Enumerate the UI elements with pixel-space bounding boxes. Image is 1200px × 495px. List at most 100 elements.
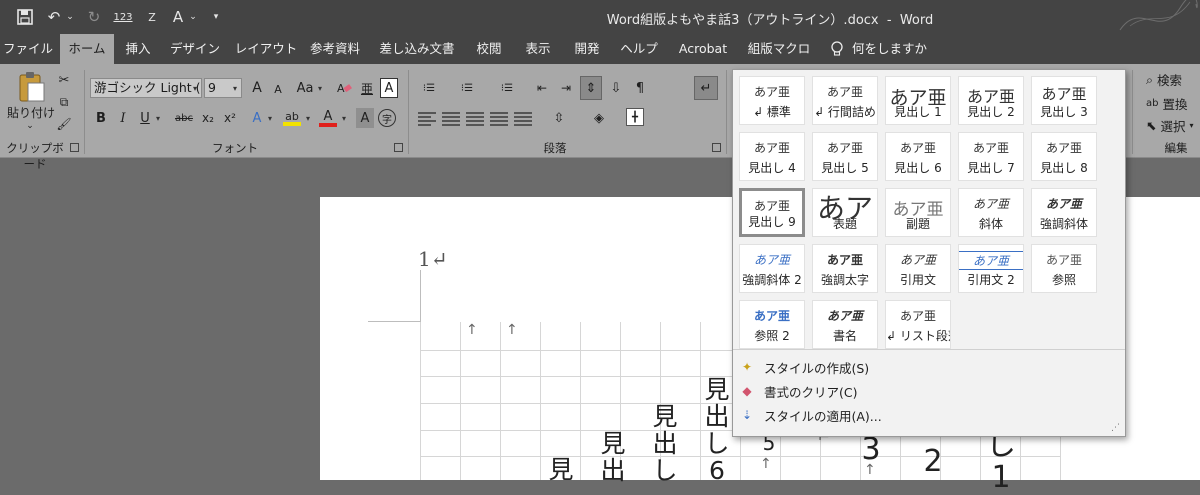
chevron-down-icon[interactable]: ▾ xyxy=(193,84,197,93)
text-direction-icon[interactable]: ↵ xyxy=(694,76,718,100)
style-tile[interactable]: あア亜 見出し 5 xyxy=(812,132,878,181)
shrink-font-button[interactable]: A xyxy=(270,80,286,98)
line-spacing-icon[interactable]: ⇳ xyxy=(548,108,570,128)
tab-home[interactable]: ホーム xyxy=(60,34,114,64)
chevron-down-icon[interactable]: ▾ xyxy=(318,84,322,93)
style-tile[interactable]: あア亜 参照 xyxy=(1031,244,1097,293)
paste-dropdown-icon[interactable]: ⌄ xyxy=(22,120,38,132)
character-shading-button[interactable]: A xyxy=(356,108,374,128)
font-launcher-icon[interactable] xyxy=(394,143,403,152)
apply-styles-command[interactable]: ⇣ スタイルの適用(A)... xyxy=(739,404,882,426)
font-color-button[interactable]: A xyxy=(318,108,338,128)
style-tile[interactable]: あア亜 見出し 8 xyxy=(1031,132,1097,181)
numbering-icon[interactable]: ⁝☰ xyxy=(454,78,480,98)
style-tile[interactable]: あア亜 ↲ リスト段落 xyxy=(885,300,951,349)
select-button[interactable]: ⬉ 選択 ▾ xyxy=(1146,116,1194,135)
style-tile[interactable]: あア亜 見出し 6 xyxy=(885,132,951,181)
tab-insert[interactable]: 挿入 xyxy=(118,34,158,64)
heading-char: 出 xyxy=(652,429,678,458)
clear-format-icon[interactable]: A xyxy=(334,78,354,98)
shading-icon[interactable]: ◈ xyxy=(588,108,610,128)
change-case-button[interactable]: Aa xyxy=(294,78,316,98)
tell-me-search[interactable]: 何をしますか xyxy=(830,34,927,64)
show-marks-icon[interactable]: ¶ xyxy=(630,78,650,98)
paste-icon[interactable] xyxy=(14,70,48,104)
style-preview: あア亜 xyxy=(899,309,936,323)
phonetic-guide-button[interactable]: 亜 xyxy=(358,78,376,98)
underline-button[interactable]: U xyxy=(136,108,154,128)
tab-references[interactable]: 参考資料 xyxy=(304,34,366,64)
style-tile[interactable]: あア亜 見出し 2 xyxy=(958,76,1024,125)
create-style-command[interactable]: ✦ スタイルの作成(S) xyxy=(739,356,869,378)
find-button[interactable]: ⌕ 検索 xyxy=(1146,70,1182,89)
sort-icon[interactable]: ⇩ xyxy=(606,78,626,98)
chevron-down-icon[interactable]: ▾ xyxy=(233,84,237,93)
style-tile[interactable]: あア亜 見出し 3 xyxy=(1031,76,1097,125)
style-tile[interactable]: あア亜 強調太字 xyxy=(812,244,878,293)
replace-button[interactable]: ab 置換 xyxy=(1146,94,1188,113)
align-left-icon[interactable] xyxy=(418,110,436,126)
style-tile[interactable]: あア亜 引用文 2 xyxy=(958,244,1024,293)
resize-grip-icon[interactable]: ⋰ xyxy=(1111,423,1120,433)
subscript-button[interactable]: x₂ xyxy=(198,108,218,128)
enclose-characters-button[interactable]: 字 xyxy=(378,109,396,127)
font-name-field[interactable]: 游ゴシック Light ( xyxy=(90,78,202,98)
chevron-down-icon[interactable]: ▾ xyxy=(268,114,272,123)
style-tile[interactable]: あア亜 副題 xyxy=(885,188,951,237)
style-tile[interactable]: あア亜 引用文 xyxy=(885,244,951,293)
decrease-indent-icon[interactable]: ⇤ xyxy=(532,78,552,98)
clipboard-launcher-icon[interactable] xyxy=(70,143,79,152)
align-right-icon[interactable] xyxy=(466,110,484,126)
style-tile[interactable]: あア亜 見出し 4 xyxy=(739,132,805,181)
distributed-icon[interactable] xyxy=(514,110,532,126)
style-tile[interactable]: あア亜見出し 7 xyxy=(958,132,1024,181)
chevron-down-icon[interactable]: ▾ xyxy=(342,114,346,123)
format-painter-icon[interactable]: 🖌 xyxy=(56,116,72,132)
tab-design[interactable]: デザイン xyxy=(166,34,224,64)
style-tile[interactable]: あア亜 見出し 9 xyxy=(739,188,805,237)
tab-acrobat[interactable]: Acrobat xyxy=(672,34,734,64)
character-border-button[interactable]: A xyxy=(380,78,398,98)
paste-button-label[interactable]: 貼り付け xyxy=(6,104,56,120)
style-tile[interactable]: あア亜 参照 2 xyxy=(739,300,805,349)
tab-typesetting-macro[interactable]: 組版マクロ xyxy=(742,34,816,64)
clear-formatting-command[interactable]: ◆ 書式のクリア(C) xyxy=(739,380,857,402)
style-label: 見出し 7 xyxy=(967,161,1015,175)
grow-font-button[interactable]: A xyxy=(248,78,266,98)
style-tile[interactable]: あア亜 ↲ 標準 xyxy=(739,76,805,125)
style-tile[interactable]: あア亜 強調斜体 2 xyxy=(739,244,805,293)
copy-icon[interactable]: ⧉ xyxy=(56,94,72,110)
borders-icon[interactable]: ╋ xyxy=(626,108,644,126)
cut-icon[interactable]: ✂ xyxy=(56,72,72,88)
style-tile[interactable]: あア亜 強調斜体 xyxy=(1031,188,1097,237)
tab-view[interactable]: 表示 xyxy=(518,34,558,64)
highlight-button[interactable]: ab xyxy=(282,108,302,128)
justify-icon[interactable] xyxy=(490,110,508,126)
tab-developer[interactable]: 開発 xyxy=(566,34,608,64)
tab-review[interactable]: 校閲 xyxy=(470,34,508,64)
style-tile[interactable]: あア亜 斜体 xyxy=(958,188,1024,237)
tab-mailings[interactable]: 差し込み文書 xyxy=(374,34,460,64)
tab-help[interactable]: ヘルプ xyxy=(614,34,664,64)
vertical-align-icon[interactable]: ⇕ xyxy=(580,76,602,100)
style-tile[interactable]: あア亜 書名 xyxy=(812,300,878,349)
increase-indent-icon[interactable]: ⇥ xyxy=(556,78,576,98)
style-tile[interactable]: あア 表題 xyxy=(812,188,878,237)
chevron-down-icon[interactable]: ▾ xyxy=(156,114,160,123)
style-tile[interactable]: あア亜 ↲ 行間詰め xyxy=(812,76,878,125)
tab-layout[interactable]: レイアウト xyxy=(232,34,300,64)
chevron-down-icon[interactable]: ▾ xyxy=(306,114,310,123)
paragraph-launcher-icon[interactable] xyxy=(712,143,721,152)
tab-file[interactable]: ファイル xyxy=(0,34,56,64)
bullets-icon[interactable]: ⁝☰ xyxy=(416,78,442,98)
text-effects-button[interactable]: A xyxy=(248,108,266,128)
multilevel-list-icon[interactable]: ⁝☰ xyxy=(494,78,520,98)
strikethrough-button[interactable]: abc xyxy=(172,108,196,128)
style-preview: あア亜 xyxy=(972,141,1009,155)
grid-line xyxy=(420,322,421,480)
bold-button[interactable]: B xyxy=(92,108,110,128)
superscript-button[interactable]: x² xyxy=(220,108,240,128)
style-tile[interactable]: あア亜 見出し 1 xyxy=(885,76,951,125)
align-center-icon[interactable] xyxy=(442,110,460,126)
italic-button[interactable]: I xyxy=(114,108,132,128)
